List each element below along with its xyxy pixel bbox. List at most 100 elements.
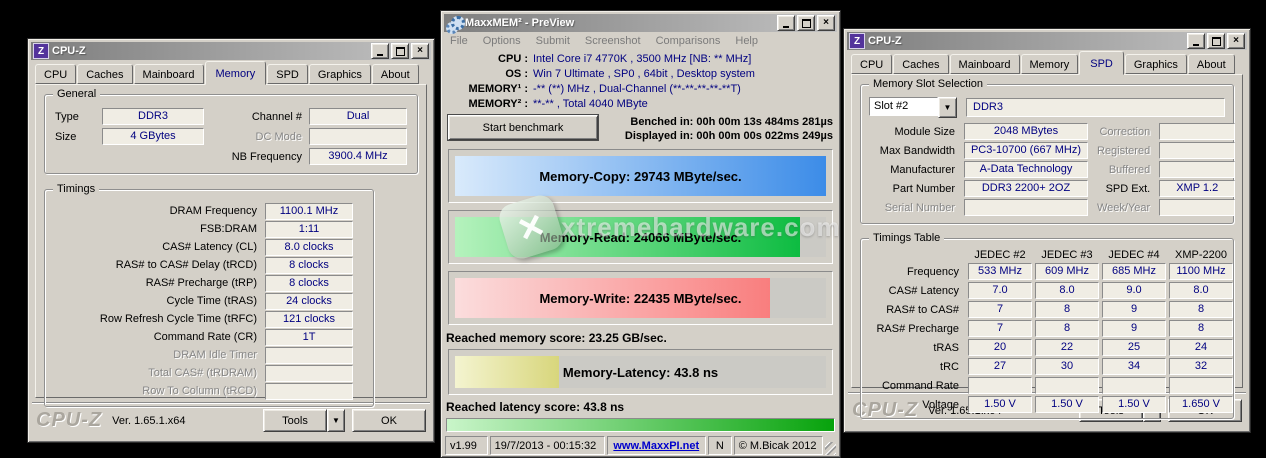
tab-mainboard[interactable]: Mainboard [134, 64, 204, 84]
tab-caches[interactable]: Caches [77, 64, 132, 84]
timing-label: DRAM Idle Timer [55, 349, 265, 361]
cpuz-spd-window: Z CPU-Z × CPU Caches Mainboard Memory SP… [843, 28, 1251, 433]
tools-button[interactable]: Tools [263, 409, 327, 432]
table-cell [1102, 377, 1166, 394]
minimize-icon [783, 26, 789, 28]
progress-bar [446, 418, 835, 432]
latency-score-text: Reached latency score: 43.8 ns [446, 400, 835, 414]
status-bar: v1.99 19/7/2013 - 00:15:32 www.MaxxPI.ne… [445, 436, 836, 455]
maxxpi-link[interactable]: www.MaxxPI.net [613, 440, 699, 452]
chevron-down-icon: ▼ [332, 416, 340, 425]
tools-dropdown-button[interactable]: ▼ [327, 409, 345, 432]
timing-row: Cycle Time (tRAS)24 clocks [55, 292, 353, 310]
table-cell: 22 [1035, 339, 1099, 356]
table-cell: 8.0 [1169, 282, 1233, 299]
table-cell: 1.50 V [1102, 396, 1166, 413]
timing-label: Command Rate (CR) [55, 331, 265, 343]
memory-tab-page: General Type DDR3 Channel # Dual Size 4 … [35, 84, 427, 398]
memory-read-result: Memory-Read: 24066 MByte/sec. [455, 217, 826, 257]
maximize-button[interactable] [391, 43, 409, 59]
spd-ext-label: SPD Ext. [1097, 183, 1150, 195]
memory-latency-result: Memory-Latency: 43.8 ns [455, 356, 826, 388]
tab-about[interactable]: About [372, 64, 419, 84]
resize-grip[interactable] [825, 442, 836, 455]
close-icon: × [417, 46, 423, 56]
close-button[interactable]: × [1227, 33, 1245, 49]
tab-caches[interactable]: Caches [893, 54, 948, 74]
start-benchmark-button[interactable]: Start benchmark [448, 115, 598, 140]
tab-spd[interactable]: SPD [1079, 51, 1124, 75]
timings-table-groupbox: Timings Table JEDEC #2 JEDEC #3 JEDEC #4… [860, 238, 1234, 419]
table-cell: 7 [968, 301, 1032, 318]
general-groupbox: General Type DDR3 Channel # Dual Size 4 … [44, 94, 418, 174]
tab-memory[interactable]: Memory [1021, 54, 1079, 74]
maximize-button[interactable] [797, 15, 815, 31]
tab-graphics[interactable]: Graphics [1125, 54, 1187, 74]
correction-label: Correction [1097, 126, 1150, 138]
module-size-label: Module Size [869, 126, 955, 138]
timing-value: 1:11 [265, 221, 353, 238]
table-cell: 24 [1169, 339, 1233, 356]
timing-value: 24 clocks [265, 293, 353, 310]
table-cell: 30 [1035, 358, 1099, 375]
displayed-in-text: Displayed in: 00h 00m 00s 022ms 249µs [625, 129, 833, 143]
row-label: tRC [869, 361, 965, 373]
timing-row: Row To Column (tRCD) [55, 382, 353, 400]
column-header: JEDEC #2 [968, 249, 1032, 261]
week-year-label: Week/Year [1097, 202, 1150, 214]
max-bandwidth-label: Max Bandwidth [869, 145, 955, 157]
titlebar[interactable]: Z CPU-Z × [31, 42, 431, 60]
titlebar[interactable]: MaxxMEM² - PreView × [444, 14, 837, 32]
timing-label: FSB:DRAM [55, 223, 265, 235]
memory-copy-result: Memory-Copy: 29743 MByte/sec. [455, 156, 826, 196]
menu-screenshot[interactable]: Screenshot [585, 35, 641, 47]
timings-legend: Timings [53, 182, 99, 197]
table-cell: 685 MHz [1102, 263, 1166, 280]
table-cell [1169, 377, 1233, 394]
menu-file[interactable]: File [450, 35, 468, 47]
minimize-button[interactable] [371, 43, 389, 59]
size-value: 4 GBytes [102, 128, 204, 145]
timing-row: DRAM Frequency1100.1 MHz [55, 202, 353, 220]
progress-fill [447, 419, 834, 431]
timings-table-legend: Timings Table [869, 231, 944, 246]
tab-cpu[interactable]: CPU [851, 54, 892, 74]
table-cell: 8 [1035, 301, 1099, 318]
tab-graphics[interactable]: Graphics [309, 64, 371, 84]
menu-options[interactable]: Options [483, 35, 521, 47]
table-cell: 9 [1102, 320, 1166, 337]
memory-score-text: Reached memory score: 23.25 GB/sec. [446, 331, 835, 345]
timing-label: RAS# to CAS# Delay (tRCD) [55, 259, 265, 271]
minimize-button[interactable] [777, 15, 795, 31]
column-header: XMP-2200 [1169, 249, 1233, 261]
close-button[interactable]: × [411, 43, 429, 59]
tab-cpu[interactable]: CPU [35, 64, 76, 84]
maximize-button[interactable] [1207, 33, 1225, 49]
tab-about[interactable]: About [1188, 54, 1235, 74]
slot-select-arrow-button[interactable]: ▼ [938, 97, 957, 118]
table-cell: 1.50 V [968, 396, 1032, 413]
titlebar[interactable]: Z CPU-Z × [847, 32, 1247, 50]
minimize-button[interactable] [1187, 33, 1205, 49]
window-title: CPU-Z [868, 35, 1184, 47]
ok-button[interactable]: OK [352, 409, 426, 432]
timing-row: Command Rate (CR)1T [55, 328, 353, 346]
minimize-icon [1193, 44, 1199, 46]
cpuz-memory-window: Z CPU-Z × CPU Caches Mainboard Memory SP… [27, 38, 435, 443]
tab-memory[interactable]: Memory [205, 61, 267, 85]
registered-label: Registered [1097, 145, 1150, 157]
row-label: tRAS [869, 342, 965, 354]
manufacturer-label: Manufacturer [869, 164, 955, 176]
close-button[interactable]: × [817, 15, 835, 31]
table-cell: 7 [968, 320, 1032, 337]
cpu-value: Intel Core i7 4770K , 3500 MHz [NB: ** M… [533, 53, 833, 65]
info-row-os: OS :Win 7 Ultimate , SP0 , 64bit , Deskt… [448, 66, 833, 81]
timing-label: Row Refresh Cycle Time (tRFC) [55, 313, 265, 325]
menu-comparisons[interactable]: Comparisons [656, 35, 721, 47]
tab-spd[interactable]: SPD [267, 64, 308, 84]
slot-select[interactable]: Slot #2 ▼ [869, 97, 957, 118]
table-cell: 34 [1102, 358, 1166, 375]
tab-mainboard[interactable]: Mainboard [950, 54, 1020, 74]
menu-help[interactable]: Help [735, 35, 758, 47]
menu-submit[interactable]: Submit [536, 35, 570, 47]
